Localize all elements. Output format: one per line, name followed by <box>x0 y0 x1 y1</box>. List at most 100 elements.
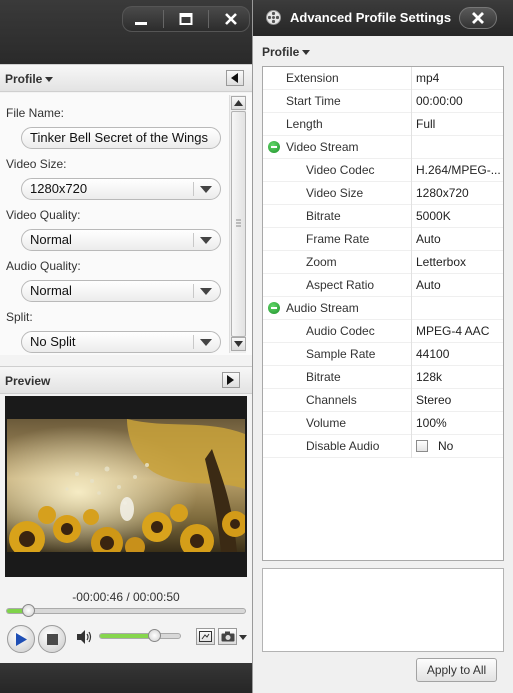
dialog-close-button[interactable] <box>459 7 497 29</box>
setting-key: Length <box>286 117 323 131</box>
collapse-group-icon[interactable] <box>268 141 280 153</box>
scroll-up-button[interactable] <box>231 96 246 110</box>
settings-row-start-time[interactable]: Start Time 00:00:00 <box>263 90 503 113</box>
column-divider <box>411 297 412 320</box>
snapshot-button[interactable] <box>196 628 215 645</box>
advanced-profile-settings-window: Advanced Profile Settings Profile Extens… <box>252 0 513 693</box>
settings-row-channels[interactable]: Channels Stereo <box>263 389 503 412</box>
control-divider <box>163 10 165 28</box>
setting-value[interactable]: 44100 <box>416 347 502 361</box>
camera-icon <box>221 631 234 642</box>
setting-value[interactable]: Letterbox <box>416 255 502 269</box>
column-divider <box>411 412 412 435</box>
collapse-panel-button[interactable] <box>226 70 244 86</box>
settings-row-aspect-ratio[interactable]: Aspect Ratio Auto <box>263 274 503 297</box>
video-frame-image <box>7 419 245 552</box>
chevron-down-icon <box>200 186 212 193</box>
stop-button[interactable] <box>38 625 66 653</box>
maximize-button[interactable] <box>171 8 201 30</box>
settings-row-zoom[interactable]: Zoom Letterbox <box>263 251 503 274</box>
settings-row-sample-rate[interactable]: Sample Rate 44100 <box>263 343 503 366</box>
settings-row-extension[interactable]: Extension mp4 <box>263 67 503 90</box>
film-reel-icon <box>266 10 281 25</box>
minimize-button[interactable] <box>126 8 156 30</box>
settings-row-frame-rate[interactable]: Frame Rate Auto <box>263 228 503 251</box>
preview-title: Preview <box>5 374 51 388</box>
split-select[interactable]: No Split <box>21 331 221 353</box>
main-window-left-panel: Profile File Name: Tinker Bell Secret of… <box>0 0 252 693</box>
volume-handle[interactable] <box>147 629 161 642</box>
settings-row-bitrate[interactable]: Bitrate 128k <box>263 366 503 389</box>
close-icon <box>472 12 484 24</box>
settings-row-volume[interactable]: Volume 100% <box>263 412 503 435</box>
apply-to-all-button[interactable]: Apply to All <box>416 658 497 682</box>
video-size-select[interactable]: 1280x720 <box>21 178 221 200</box>
setting-value[interactable]: H.264/MPEG-... <box>416 163 502 177</box>
left-bottom-bar <box>0 663 252 693</box>
settings-row-video-codec[interactable]: Video Codec H.264/MPEG-... <box>263 159 503 182</box>
speaker-icon[interactable] <box>76 630 92 644</box>
select-divider <box>193 182 194 196</box>
control-divider <box>207 10 209 28</box>
setting-value[interactable]: Auto <box>416 232 502 246</box>
split-value: No Split <box>30 334 76 349</box>
profile-scrollbar[interactable] <box>229 95 246 353</box>
video-preview[interactable] <box>5 396 247 577</box>
setting-value[interactable]: Full <box>416 117 502 131</box>
select-divider <box>193 335 194 349</box>
settings-row-audio-codec[interactable]: Audio Codec MPEG-4 AAC <box>263 320 503 343</box>
camera-options-icon[interactable] <box>239 635 247 641</box>
seek-handle[interactable] <box>22 604 36 617</box>
advanced-profile-dropdown[interactable]: Profile <box>262 45 311 59</box>
volume-slider[interactable] <box>99 629 181 642</box>
scroll-down-button[interactable] <box>231 337 246 351</box>
scroll-up-icon <box>234 100 243 106</box>
scroll-thumb[interactable] <box>231 111 246 337</box>
settings-row-audio-stream[interactable]: Audio Stream <box>263 297 503 320</box>
setting-value[interactable]: Auto <box>416 278 502 292</box>
seek-bar[interactable] <box>6 604 246 617</box>
setting-value[interactable]: 128k <box>416 370 502 384</box>
camera-button[interactable] <box>218 628 237 645</box>
file-name-input[interactable]: Tinker Bell Secret of the Wings <box>21 127 221 149</box>
description-box <box>262 568 504 652</box>
column-divider <box>411 343 412 366</box>
setting-value[interactable]: 00:00:00 <box>416 94 502 108</box>
settings-row-video-size[interactable]: Video Size 1280x720 <box>263 182 503 205</box>
settings-row-video-stream[interactable]: Video Stream <box>263 136 503 159</box>
setting-value: No <box>438 439 454 453</box>
profile-title: Profile <box>5 72 43 86</box>
expand-preview-button[interactable] <box>222 372 240 388</box>
setting-key: Channels <box>306 393 357 407</box>
dialog-title: Advanced Profile Settings <box>290 10 452 25</box>
setting-value[interactable]: 100% <box>416 416 502 430</box>
setting-key: Start Time <box>286 94 341 108</box>
setting-value[interactable]: 5000K <box>416 209 502 223</box>
settings-row-length[interactable]: Length Full <box>263 113 503 136</box>
settings-row-bitrate[interactable]: Bitrate 5000K <box>263 205 503 228</box>
video-quality-select[interactable]: Normal <box>21 229 221 251</box>
column-divider <box>411 113 412 136</box>
audio-quality-select[interactable]: Normal <box>21 280 221 302</box>
preview-section-header: Preview <box>0 366 252 394</box>
volume-level <box>100 634 154 638</box>
minimize-icon <box>135 22 148 25</box>
collapse-group-icon[interactable] <box>268 302 280 314</box>
profile-dropdown[interactable]: Profile <box>5 72 54 86</box>
close-button[interactable] <box>216 8 246 30</box>
settings-row-disable-audio[interactable]: Disable Audio No <box>263 435 503 458</box>
setting-value[interactable]: Stereo <box>416 393 502 407</box>
video-size-label: Video Size: <box>6 157 67 171</box>
play-button[interactable] <box>7 625 35 653</box>
video-quality-value: Normal <box>30 232 72 247</box>
column-divider <box>411 205 412 228</box>
disable-audio-checkbox[interactable] <box>416 440 428 452</box>
column-divider <box>411 435 412 458</box>
setting-value[interactable]: MPEG-4 AAC <box>416 324 502 338</box>
setting-key: Sample Rate <box>306 347 376 361</box>
advanced-profile-label: Profile <box>262 45 300 59</box>
chevron-down-icon <box>200 237 212 244</box>
chevron-down-icon <box>200 339 212 346</box>
setting-value[interactable]: 1280x720 <box>416 186 502 200</box>
setting-value[interactable]: mp4 <box>416 71 502 85</box>
